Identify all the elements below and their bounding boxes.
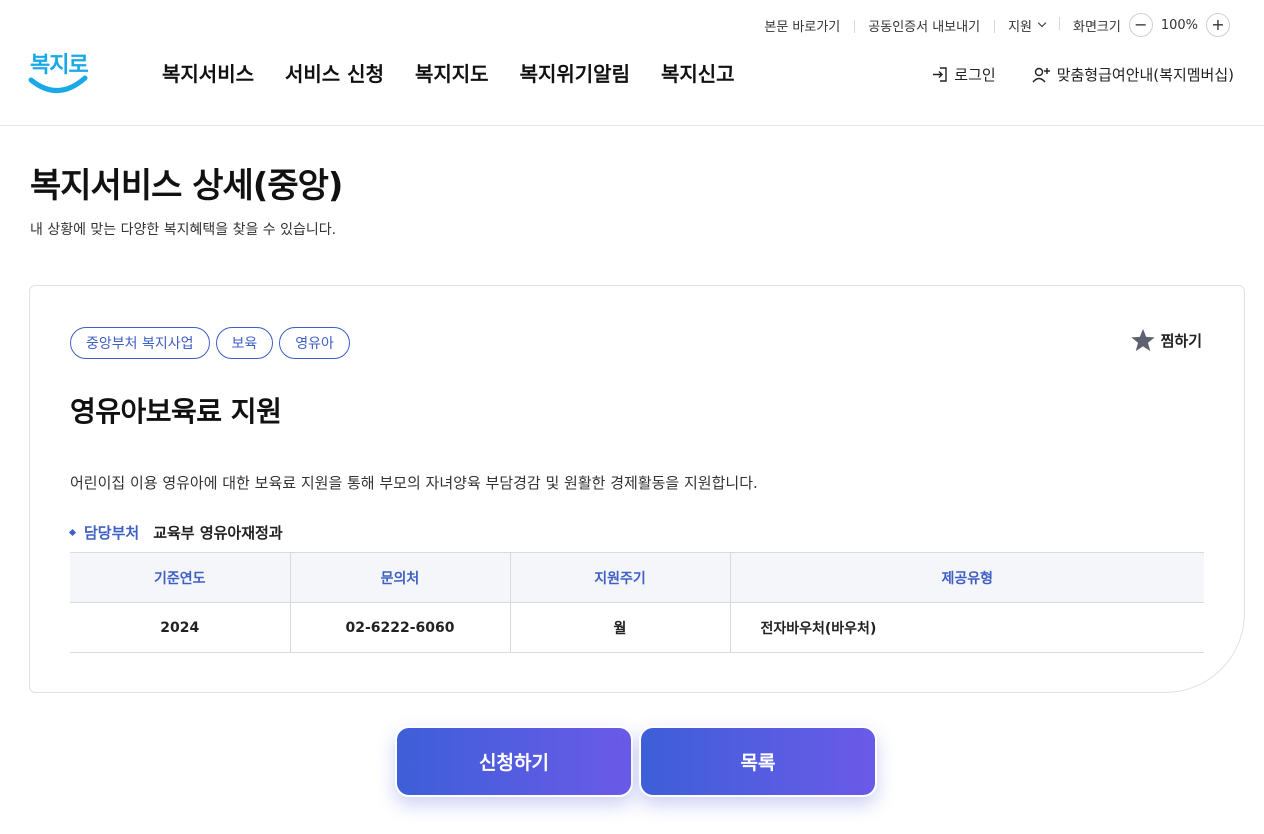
user-add-icon xyxy=(1032,67,1050,83)
logo-text: 복지로 xyxy=(30,53,88,78)
login-label: 로그인 xyxy=(954,66,996,84)
bullet-diamond-icon xyxy=(68,528,77,537)
screen-size-label: 화면크기 xyxy=(1072,19,1121,35)
star-icon xyxy=(1130,328,1155,352)
table-header-row: 기준연도 문의처 지원주기 제공유형 xyxy=(70,552,1204,603)
zoom-in-button[interactable]: + xyxy=(1206,13,1230,37)
tag-infant[interactable]: 영유아 xyxy=(279,327,350,359)
nav-item-crisis-alert[interactable]: 복지위기알림 xyxy=(520,58,630,87)
cell-support-cycle: 월 xyxy=(509,602,730,653)
nav-item-welfare-service[interactable]: 복지서비스 xyxy=(162,58,254,87)
support-label: 지원 xyxy=(1008,19,1032,35)
bokjiro-logo-icon: 복지로 xyxy=(28,53,89,93)
nav-item-welfare-map[interactable]: 복지지도 xyxy=(415,58,489,87)
cell-contact: 02-6222-6060 xyxy=(289,602,510,653)
service-info-table: 기준연도 문의처 지원주기 제공유형 2024 02-6222-6060 월 전… xyxy=(70,552,1204,653)
service-detail-card: 중앙부처 복지사업 보육 영유아 찜하기 영유아보육료 지원 어린이집 이용 영… xyxy=(29,285,1245,693)
col-header-contact: 문의처 xyxy=(289,552,510,603)
favorite-label: 찜하기 xyxy=(1160,332,1202,350)
main-nav: 복지서비스 서비스 신청 복지지도 복지위기알림 복지신고 xyxy=(162,58,735,87)
service-description: 어린이집 이용 영유아에 대한 보육료 지원을 통해 부모의 자녀양육 부담경감… xyxy=(70,474,758,492)
col-header-base-year: 기준연도 xyxy=(70,552,290,603)
department-label: 담당부처 xyxy=(84,524,140,542)
cell-base-year: 2024 xyxy=(70,602,290,653)
login-icon xyxy=(933,67,947,82)
favorite-button[interactable]: 찜하기 xyxy=(1130,328,1202,353)
zoom-out-button[interactable]: − xyxy=(1128,13,1153,37)
membership-link[interactable]: 맞춤형급여안내(복지멤버십) xyxy=(1032,64,1234,85)
cell-provision-type: 전자바우처(바우처) xyxy=(729,602,1204,653)
membership-label: 맞춤형급여안내(복지멤버십) xyxy=(1056,66,1234,84)
nav-item-service-apply[interactable]: 서비스 신청 xyxy=(285,58,384,87)
tag-childcare[interactable]: 보육 xyxy=(215,327,274,359)
service-title: 영유아보육료 지원 xyxy=(70,395,282,428)
table-row: 2024 02-6222-6060 월 전자바우처(바우처) xyxy=(70,602,1204,653)
service-tags: 중앙부처 복지사업 보육 영유아 xyxy=(70,327,350,359)
apply-button[interactable]: 신청하기 xyxy=(395,726,633,797)
header-divider xyxy=(0,125,1264,126)
chevron-down-icon xyxy=(1037,18,1047,28)
page-description: 내 상황에 맞는 다양한 복지혜택을 찾을 수 있습니다. xyxy=(30,222,337,238)
cert-export-link[interactable]: 공동인증서 내보내기 xyxy=(854,16,994,35)
page-title: 복지서비스 상세(중앙) xyxy=(30,166,343,206)
header-actions: 로그인 맞춤형급여안내(복지멤버십) xyxy=(931,64,1234,85)
tag-central-ministry[interactable]: 중앙부처 복지사업 xyxy=(70,327,210,359)
department-info: 담당부처 교육부 영유아재정과 xyxy=(68,522,283,543)
nav-item-welfare-report[interactable]: 복지신고 xyxy=(661,58,735,87)
zoom-value: 100% xyxy=(1160,17,1198,33)
login-link[interactable]: 로그인 xyxy=(931,64,996,85)
utility-bar: 본문 바로가기 공동인증서 내보내기 지원 화면크기 − 100% + xyxy=(750,12,1244,38)
site-logo[interactable]: 복지로 xyxy=(28,44,92,100)
list-button[interactable]: 목록 xyxy=(639,726,877,797)
col-header-support-cycle: 지원주기 xyxy=(509,552,730,603)
screen-size-control: 화면크기 − 100% + xyxy=(1058,13,1244,37)
support-dropdown[interactable]: 지원 xyxy=(994,16,1059,35)
col-header-provision-type: 제공유형 xyxy=(729,552,1204,603)
skip-to-content-link[interactable]: 본문 바로가기 xyxy=(750,16,854,35)
department-value: 교육부 영유아재정과 xyxy=(153,524,283,542)
